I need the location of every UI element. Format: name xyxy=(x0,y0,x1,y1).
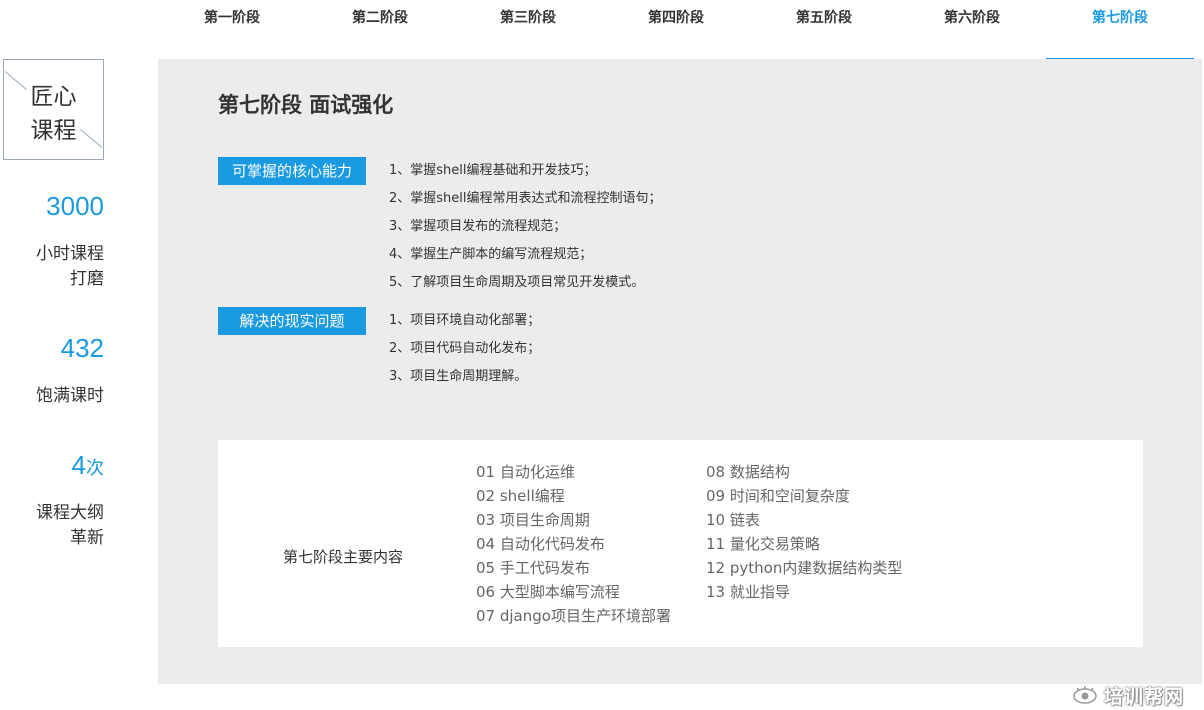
stat-number: 4 xyxy=(71,450,86,480)
stat-number: 3000 xyxy=(46,191,104,221)
stat-label-line: 饱满课时 xyxy=(36,386,104,406)
list-item: 1、项目环境自动化部署； xyxy=(389,313,541,328)
tab-stage-7[interactable]: 第七阶段 xyxy=(1046,0,1194,36)
content-column-1: 01 自动化运维 02 shell编程 03 项目生命周期 04 自动化代码发布… xyxy=(476,460,671,628)
main-content-label: 第七阶段主要内容 xyxy=(283,548,404,566)
logo-line-2: 课程 xyxy=(30,118,77,144)
list-item: 2、项目代码自动化发布； xyxy=(389,341,541,356)
stat-revisions-number: 4次 xyxy=(72,450,104,481)
stat-number: 432 xyxy=(60,333,104,363)
eye-logo-icon xyxy=(1073,686,1097,704)
tab-stage-5[interactable]: 第五阶段 xyxy=(750,0,898,36)
real-problem-tag: 解决的现实问题 xyxy=(218,307,366,335)
content-item: 07 django项目生产环境部署 xyxy=(476,607,671,625)
content-item: 08 数据结构 xyxy=(706,463,790,481)
stage-title: 第七阶段 面试强化 xyxy=(218,93,394,117)
list-item: 4、掌握生产脚本的编写流程规范； xyxy=(389,247,593,262)
stage-tabs: 第一阶段 第二阶段 第三阶段 第四阶段 第五阶段 第六阶段 第七阶段 xyxy=(158,0,1204,60)
tab-stage-2[interactable]: 第二阶段 xyxy=(306,0,454,36)
list-item: 5、了解项目生命周期及项目常见开发模式。 xyxy=(389,275,645,290)
content-item: 05 手工代码发布 xyxy=(476,559,590,577)
main-content-card: 第七阶段主要内容 01 自动化运维 02 shell编程 03 项目生命周期 0… xyxy=(218,440,1143,647)
logo-line-1: 匠心 xyxy=(30,84,77,110)
stat-unit: 次 xyxy=(86,458,104,478)
content-item: 12 python内建数据结构类型 xyxy=(706,559,903,577)
list-item: 1、掌握shell编程基础和开发技巧； xyxy=(389,163,597,178)
watermark-text: 培训帮网 xyxy=(1104,686,1185,708)
content-item: 11 量化交易策略 xyxy=(706,535,820,553)
logo-text: 匠心 课程 xyxy=(4,80,103,148)
content-item: 03 项目生命周期 xyxy=(476,511,590,529)
stat-hours-number: 3000 xyxy=(46,191,104,222)
content-item: 10 链表 xyxy=(706,511,760,529)
content-item: 04 自动化代码发布 xyxy=(476,535,605,553)
core-ability-tag: 可掌握的核心能力 xyxy=(218,157,366,185)
content-item: 13 就业指导 xyxy=(706,583,790,601)
tab-stage-3[interactable]: 第三阶段 xyxy=(454,0,602,36)
list-item: 3、掌握项目发布的流程规范； xyxy=(389,219,567,234)
content-item: 06 大型脚本编写流程 xyxy=(476,583,620,601)
tab-stage-4[interactable]: 第四阶段 xyxy=(602,0,750,36)
stat-revisions-label: 课程大纲 革新 xyxy=(36,501,104,551)
stage-detail-panel: 第七阶段 面试强化 可掌握的核心能力 1、掌握shell编程基础和开发技巧； 2… xyxy=(158,59,1202,684)
stat-label-line: 革新 xyxy=(70,528,104,548)
content-item: 01 自动化运维 xyxy=(476,463,575,481)
tab-stage-1[interactable]: 第一阶段 xyxy=(158,0,306,36)
sidebar: 匠心 课程 3000 小时课程 打磨 432 饱满课时 4次 课程大纲 革新 xyxy=(0,0,158,710)
watermark: 培训帮网 xyxy=(1068,680,1204,710)
stat-label-line: 小时课程 xyxy=(36,244,104,264)
content-column-2: 08 数据结构 09 时间和空间复杂度 10 链表 11 量化交易策略 12 p… xyxy=(706,460,902,604)
stat-label-line: 课程大纲 xyxy=(36,503,104,523)
stat-hours-label: 小时课程 打磨 xyxy=(36,242,104,292)
stat-label-line: 打磨 xyxy=(70,269,104,289)
real-problem-list: 1、项目环境自动化部署； 2、项目代码自动化发布； 3、项目生命周期理解。 xyxy=(389,307,540,391)
stat-lessons-number: 432 xyxy=(61,333,104,364)
core-ability-list: 1、掌握shell编程基础和开发技巧； 2、掌握shell编程常用表达式和流程控… xyxy=(389,157,662,297)
list-item: 2、掌握shell编程常用表达式和流程控制语句； xyxy=(389,191,662,206)
list-item: 3、项目生命周期理解。 xyxy=(389,369,528,384)
craft-course-logo: 匠心 课程 xyxy=(3,59,104,160)
tab-stage-6[interactable]: 第六阶段 xyxy=(898,0,1046,36)
content-item: 09 时间和空间复杂度 xyxy=(706,487,850,505)
content-item: 02 shell编程 xyxy=(476,487,565,505)
stat-lessons-label: 饱满课时 xyxy=(36,384,104,409)
